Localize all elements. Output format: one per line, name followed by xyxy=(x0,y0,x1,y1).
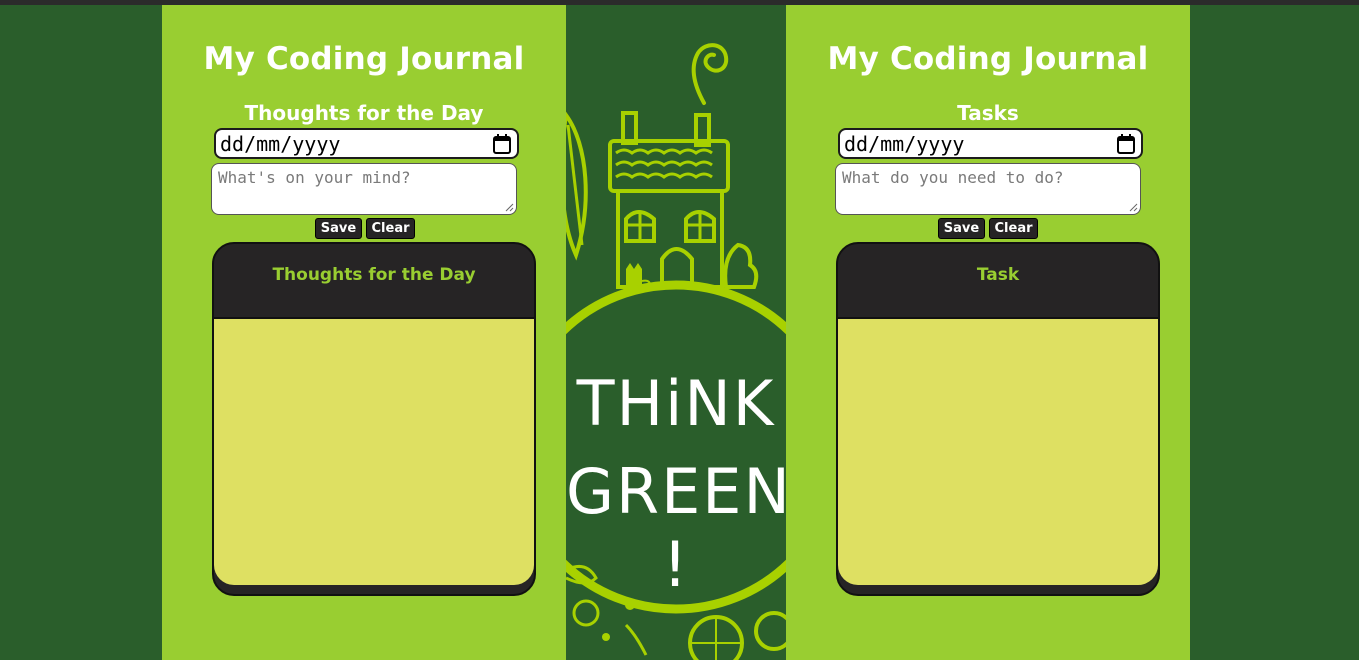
save-button[interactable]: Save xyxy=(938,218,985,239)
think-text: THiNK xyxy=(576,367,776,440)
clear-button[interactable]: Clear xyxy=(989,218,1038,239)
sticky-note: Thoughts for the Day xyxy=(212,242,536,596)
section-heading: Tasks xyxy=(957,101,1019,125)
textarea-placeholder: What's on your mind? xyxy=(218,168,411,187)
note-paper xyxy=(214,317,534,585)
calendar-icon[interactable] xyxy=(1117,134,1135,154)
save-button[interactable]: Save xyxy=(315,218,362,239)
date-input[interactable]: dd/mm/yyyy xyxy=(838,128,1143,159)
textarea-placeholder: What do you need to do? xyxy=(842,168,1064,187)
thoughts-textarea[interactable]: What's on your mind? xyxy=(211,163,517,215)
date-input[interactable]: dd/mm/yyyy xyxy=(214,128,519,159)
journal-panel-thoughts: My Coding Journal Thoughts for the Day d… xyxy=(162,5,566,660)
tasks-textarea[interactable]: What do you need to do? xyxy=(835,163,1141,215)
green-text: GREEN ! xyxy=(566,455,786,601)
resize-grip-icon[interactable] xyxy=(1129,203,1138,212)
note-title: Task xyxy=(976,265,1020,285)
section-heading: Thoughts for the Day xyxy=(244,101,484,125)
journal-panel-tasks: My Coding Journal Tasks dd/mm/yyyy What … xyxy=(786,5,1190,660)
clear-button[interactable]: Clear xyxy=(366,218,415,239)
think-green-banner: THiNK GREEN ! xyxy=(566,5,786,660)
note-paper xyxy=(838,317,1158,585)
page-title: My Coding Journal xyxy=(203,41,525,77)
resize-grip-icon[interactable] xyxy=(505,203,514,212)
calendar-icon[interactable] xyxy=(493,134,511,154)
page-title: My Coding Journal xyxy=(827,41,1149,77)
date-value: dd/mm/yyyy xyxy=(844,131,965,156)
date-value: dd/mm/yyyy xyxy=(220,131,341,156)
note-title: Thoughts for the Day xyxy=(272,265,476,285)
sticky-note: Task xyxy=(836,242,1160,596)
